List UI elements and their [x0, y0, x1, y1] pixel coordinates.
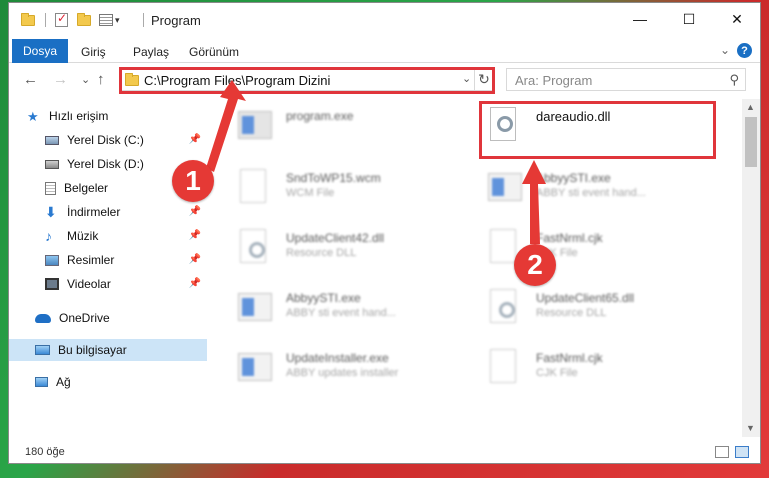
step-2-badge: 2 — [514, 244, 556, 286]
arrow-2 — [522, 160, 546, 244]
annotation-arrows — [206, 80, 546, 244]
step-1-badge: 1 — [172, 160, 214, 202]
arrow-1 — [206, 80, 246, 172]
